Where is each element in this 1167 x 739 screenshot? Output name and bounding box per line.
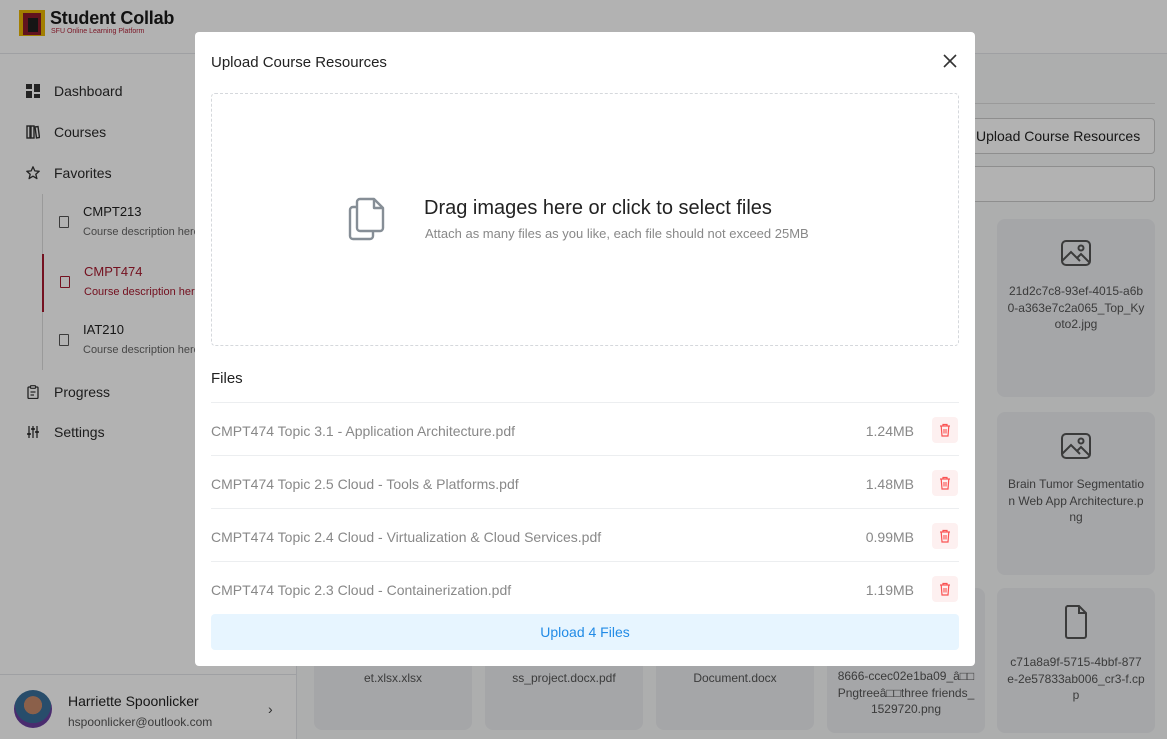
delete-file-button[interactable] bbox=[932, 523, 958, 549]
upload-modal: Upload Course Resources Drag images here… bbox=[195, 32, 975, 666]
trash-icon bbox=[940, 423, 950, 437]
dropzone-hint: Attach as many files as you like, each f… bbox=[425, 226, 809, 241]
delete-file-button[interactable] bbox=[932, 576, 958, 602]
dropzone-title: Drag images here or click to select file… bbox=[424, 197, 772, 219]
file-row: CMPT474 Topic 3.1 - Application Architec… bbox=[211, 402, 959, 455]
file-size: 0.99MB bbox=[865, 529, 914, 545]
upload-files-button[interactable]: Upload 4 Files bbox=[211, 614, 959, 650]
file-size: 1.24MB bbox=[865, 423, 914, 439]
file-size: 1.19MB bbox=[865, 582, 914, 598]
file-row: CMPT474 Topic 2.5 Cloud - Tools & Platfo… bbox=[211, 455, 959, 508]
delete-file-button[interactable] bbox=[932, 417, 958, 443]
files-icon bbox=[348, 197, 385, 241]
file-name: CMPT474 Topic 2.4 Cloud - Virtualization… bbox=[211, 529, 602, 545]
file-size: 1.48MB bbox=[865, 476, 914, 492]
file-row: CMPT474 Topic 2.3 Cloud - Containerizati… bbox=[211, 561, 959, 614]
trash-icon bbox=[940, 582, 950, 596]
file-row: CMPT474 Topic 2.4 Cloud - Virtualization… bbox=[211, 508, 959, 561]
close-icon[interactable] bbox=[941, 52, 959, 70]
delete-file-button[interactable] bbox=[932, 470, 958, 496]
modal-title: Upload Course Resources bbox=[211, 54, 387, 71]
file-dropzone[interactable]: Drag images here or click to select file… bbox=[211, 93, 959, 346]
file-name: CMPT474 Topic 3.1 - Application Architec… bbox=[211, 423, 516, 439]
file-name: CMPT474 Topic 2.3 Cloud - Containerizati… bbox=[211, 582, 512, 598]
file-name: CMPT474 Topic 2.5 Cloud - Tools & Platfo… bbox=[211, 476, 519, 492]
trash-icon bbox=[940, 476, 950, 490]
trash-icon bbox=[940, 529, 950, 543]
files-heading: Files bbox=[211, 370, 243, 387]
